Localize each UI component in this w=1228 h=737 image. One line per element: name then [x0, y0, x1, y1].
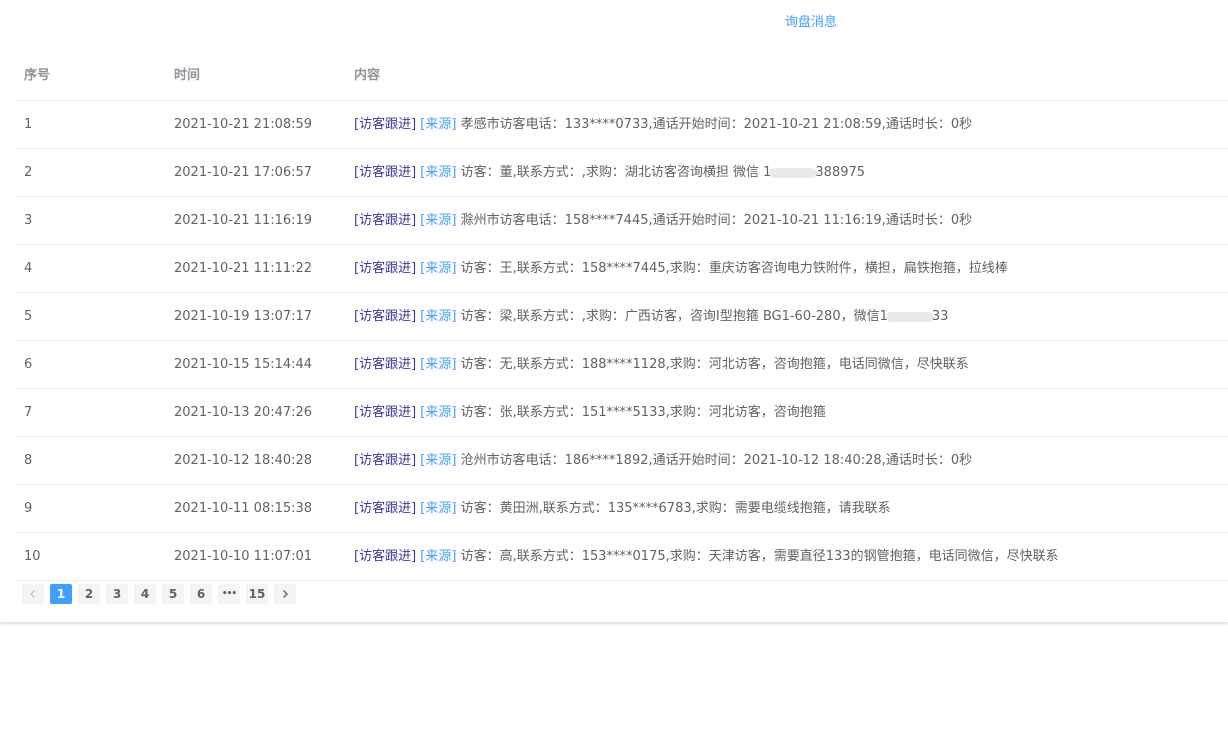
page-button-5[interactable]: 5	[162, 584, 184, 604]
page-button-6[interactable]: 6	[190, 584, 212, 604]
row-content-text: 滁州市访客电话：158****7445,通话开始时间：2021-10-21 11…	[460, 213, 973, 228]
row-content-text: 访客：张,联系方式：151****5133,求购：河北访客，咨询抱箍	[460, 405, 826, 420]
row-index: 6	[24, 357, 33, 372]
source-link[interactable]: [来源]	[420, 549, 456, 564]
header-time: 时间	[174, 68, 201, 83]
inquiry-table: 序号 时间 内容 1 2021-10-21 21:08:59 [访客跟进] [来源]…	[14, 52, 1228, 581]
row-time: 2021-10-12 18:40:28	[174, 453, 313, 468]
visitor-follow-link[interactable]: [访客跟进]	[354, 453, 416, 468]
row-index: 3	[24, 213, 33, 228]
source-link[interactable]: [来源]	[420, 405, 456, 420]
row-index: 4	[24, 261, 33, 276]
row-content-text: 沧州市访客电话：186****1892,通话开始时间：2021-10-12 18…	[460, 453, 973, 468]
row-content-text: 访客：王,联系方式：158****7445,求购：重庆访客咨询电力铁附件，横担，…	[460, 261, 1008, 276]
row-content-text: 访客：董,联系方式：,求购：湖北访客咨询横担 微信 1	[460, 165, 772, 180]
visitor-follow-link[interactable]: [访客跟进]	[354, 309, 416, 324]
visitor-follow-link[interactable]: [访客跟进]	[354, 405, 416, 420]
more-pages-button[interactable]: •••	[218, 584, 240, 604]
table-row: 1 2021-10-21 21:08:59 [访客跟进] [来源] 孝感市访客电话：…	[14, 101, 1228, 149]
table-row: 3 2021-10-21 11:16:19 [访客跟进] [来源] 滁州市访客电话：…	[14, 197, 1228, 245]
source-link[interactable]: [来源]	[420, 501, 456, 516]
page-button-3[interactable]: 3	[106, 584, 128, 604]
table-row: 5 2021-10-19 13:07:17 [访客跟进] [来源] 访客：梁,联系方…	[14, 293, 1228, 341]
row-time: 2021-10-15 15:14:44	[174, 357, 313, 372]
page-button-1[interactable]: 1	[50, 584, 72, 604]
visitor-follow-link[interactable]: [访客跟进]	[354, 261, 416, 276]
row-time: 2021-10-21 21:08:59	[174, 117, 313, 132]
source-link[interactable]: [来源]	[420, 213, 456, 228]
row-time: 2021-10-21 17:06:57	[174, 165, 313, 180]
table-body: 1 2021-10-21 21:08:59 [访客跟进] [来源] 孝感市访客电话：…	[14, 101, 1228, 581]
row-index: 8	[24, 453, 33, 468]
source-link[interactable]: [来源]	[420, 309, 456, 324]
header-content: 内容	[354, 68, 381, 83]
row-time: 2021-10-10 11:07:01	[174, 549, 313, 564]
row-index: 2	[24, 165, 33, 180]
header-index: 序号	[24, 68, 51, 83]
row-content-text: 访客：高,联系方式：153****0175,求购：天津访客，需要直径133的钢管…	[460, 549, 1059, 564]
row-content: [访客跟进] [来源] 访客：无,联系方式：188****1128,求购：河北访…	[354, 341, 969, 388]
table-row: 9 2021-10-11 08:15:38 [访客跟进] [来源] 访客：黄田洲,联…	[14, 485, 1228, 533]
row-time: 2021-10-11 08:15:38	[174, 501, 313, 516]
visitor-follow-link[interactable]: [访客跟进]	[354, 549, 416, 564]
table-header: 序号 时间 内容	[14, 52, 1228, 101]
chevron-right-icon	[283, 590, 288, 598]
row-time: 2021-10-13 20:47:26	[174, 405, 313, 420]
source-link[interactable]: [来源]	[420, 357, 456, 372]
row-content-text: 访客：黄田洲,联系方式：135****6783,求购：需要电缆线抱箍，请我联系	[460, 501, 891, 516]
row-content: [访客跟进] [来源] 访客：黄田洲,联系方式：135****6783,求购：需…	[354, 485, 891, 532]
row-content: [访客跟进] [来源] 沧州市访客电话：186****1892,通话开始时间：2…	[354, 437, 972, 484]
tab-inquiry-messages[interactable]: 询盘消息	[785, 11, 837, 30]
inquiry-panel: 询盘消息 序号 时间 内容 1 2021-10-21 21:08:59 [访客跟进]…	[0, 0, 1228, 622]
source-link[interactable]: [来源]	[420, 117, 456, 132]
table-row: 2 2021-10-21 17:06:57 [访客跟进] [来源] 访客：董,联系方…	[14, 149, 1228, 197]
source-link[interactable]: [来源]	[420, 261, 456, 276]
row-content: [访客跟进] [来源] 孝感市访客电话：133****0733,通话开始时间：2…	[354, 101, 972, 148]
row-content: [访客跟进] [来源] 访客：王,联系方式：158****7445,求购：重庆访…	[354, 245, 1008, 292]
page-button-2[interactable]: 2	[78, 584, 100, 604]
page-button-4[interactable]: 4	[134, 584, 156, 604]
row-content: [访客跟进] [来源] 访客：梁,联系方式：,求购：广西访客，咨询I型抱箍 BG…	[354, 293, 948, 340]
source-link[interactable]: [来源]	[420, 453, 456, 468]
chevron-left-icon	[30, 590, 35, 598]
table-row: 4 2021-10-21 11:11:22 [访客跟进] [来源] 访客：王,联系方…	[14, 245, 1228, 293]
row-content: [访客跟进] [来源] 访客：高,联系方式：153****0175,求购：天津访…	[354, 533, 1059, 580]
row-content-text: 孝感市访客电话：133****0733,通话开始时间：2021-10-21 21…	[460, 117, 973, 132]
row-index: 5	[24, 309, 33, 324]
visitor-follow-link[interactable]: [访客跟进]	[354, 165, 416, 180]
row-index: 7	[24, 405, 33, 420]
row-content: [访客跟进] [来源] 访客：张,联系方式：151****5133,求购：河北访…	[354, 389, 826, 436]
row-content-text: 访客：梁,联系方式：,求购：广西访客，咨询I型抱箍 BG1-60-280，微信1	[460, 309, 888, 324]
next-page-button[interactable]	[274, 584, 296, 604]
row-time: 2021-10-21 11:11:22	[174, 261, 313, 276]
redacted-mask	[885, 311, 934, 322]
row-content: [访客跟进] [来源] 访客：董,联系方式：,求购：湖北访客咨询横担 微信 1 3…	[354, 149, 865, 196]
row-index: 1	[24, 117, 33, 132]
row-content-text: 访客：无,联系方式：188****1128,求购：河北访客，咨询抱箍，电话同微信…	[460, 357, 969, 372]
row-time: 2021-10-19 13:07:17	[174, 309, 313, 324]
row-content-tail: 33	[931, 309, 949, 324]
table-row: 6 2021-10-15 15:14:44 [访客跟进] [来源] 访客：无,联系方…	[14, 341, 1228, 389]
table-row: 10 2021-10-10 11:07:01 [访客跟进] [来源] 访客：高,联系…	[14, 533, 1228, 581]
row-time: 2021-10-21 11:16:19	[174, 213, 313, 228]
table-row: 7 2021-10-13 20:47:26 [访客跟进] [来源] 访客：张,联系方…	[14, 389, 1228, 437]
visitor-follow-link[interactable]: [访客跟进]	[354, 357, 416, 372]
visitor-follow-link[interactable]: [访客跟进]	[354, 117, 416, 132]
row-index: 10	[24, 549, 41, 564]
source-link[interactable]: [来源]	[420, 165, 456, 180]
prev-page-button[interactable]	[22, 584, 44, 604]
redacted-mask	[769, 167, 818, 178]
page-button-last[interactable]: 15	[246, 584, 268, 604]
table-row: 8 2021-10-12 18:40:28 [访客跟进] [来源] 沧州市访客电话：…	[14, 437, 1228, 485]
row-content: [访客跟进] [来源] 滁州市访客电话：158****7445,通话开始时间：2…	[354, 197, 972, 244]
row-index: 9	[24, 501, 33, 516]
row-content-tail: 388975	[815, 165, 866, 180]
visitor-follow-link[interactable]: [访客跟进]	[354, 501, 416, 516]
visitor-follow-link[interactable]: [访客跟进]	[354, 213, 416, 228]
